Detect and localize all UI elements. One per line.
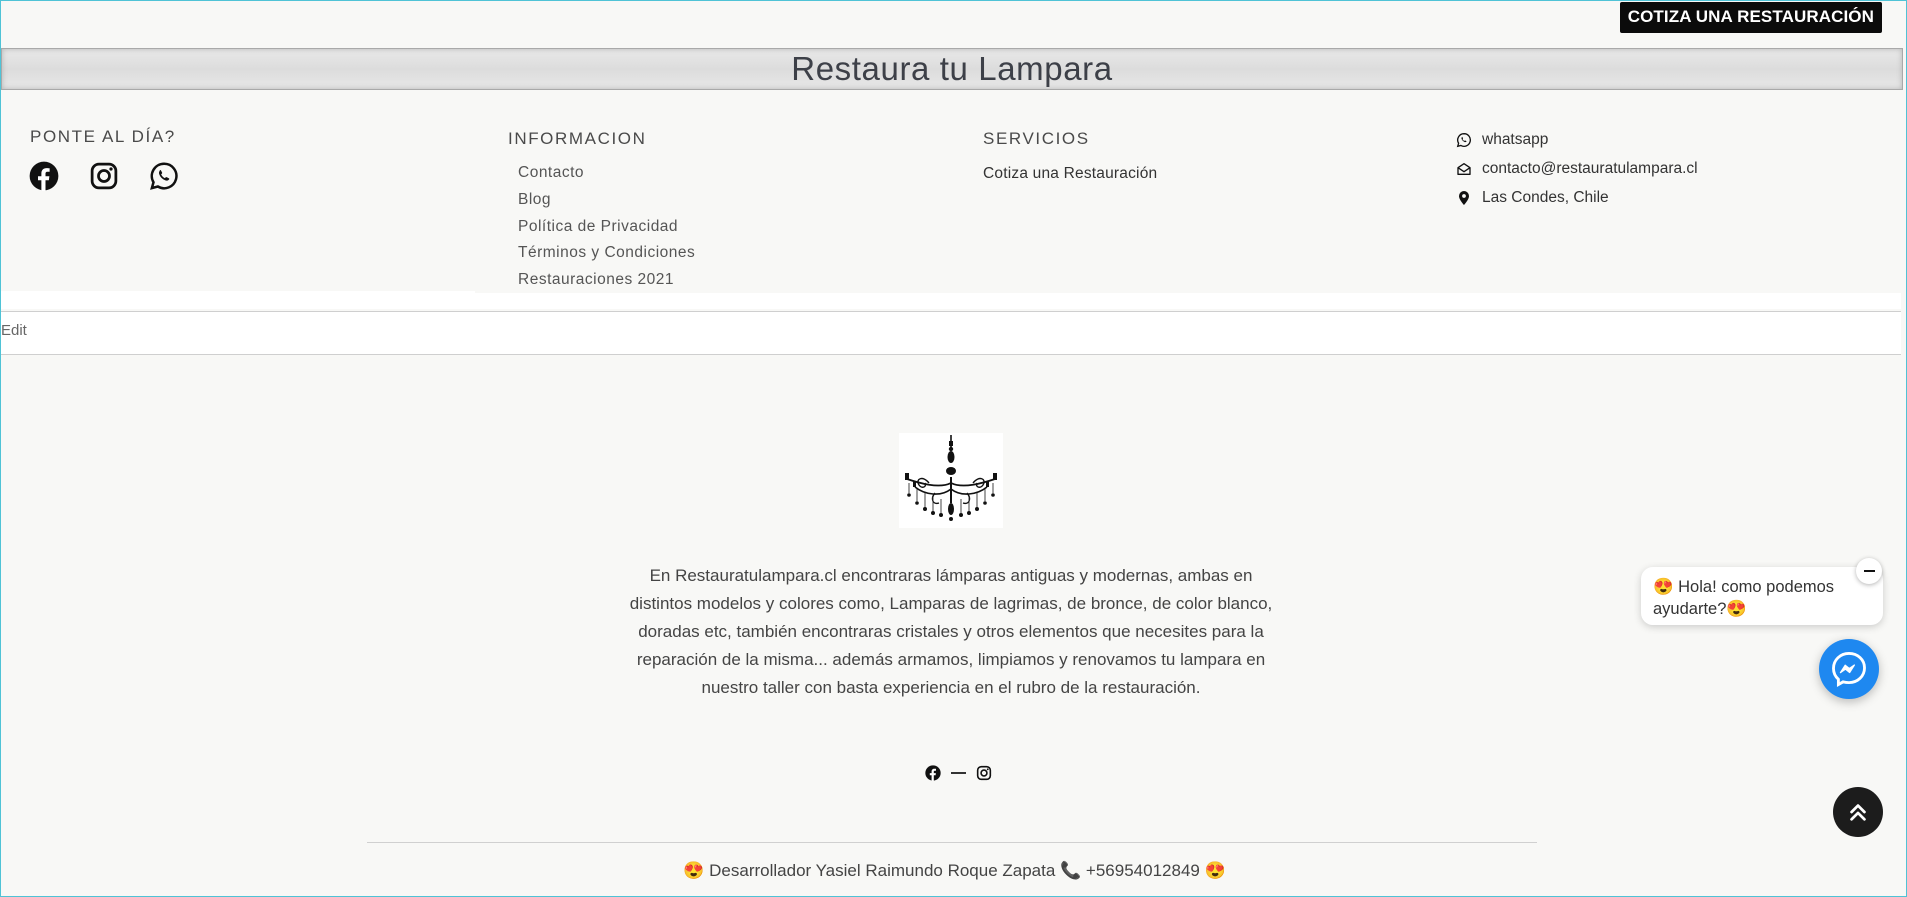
back-to-top-button[interactable]: [1833, 787, 1883, 837]
link-privacidad[interactable]: Política de Privacidad: [518, 218, 678, 236]
location-label: Las Condes, Chile: [1482, 189, 1609, 206]
services-heading: SERVICIOS: [983, 129, 1090, 148]
chat-greeting-bubble[interactable]: 😍 Hola! como podemos ayudarte?😍: [1641, 567, 1883, 625]
info-heading: INFORMACION: [508, 129, 647, 148]
edit-bar: [1, 311, 1901, 355]
contact-email[interactable]: contacto@restauratulampara.cl: [1456, 160, 1698, 178]
contact-whatsapp[interactable]: whatsapp: [1456, 131, 1548, 149]
chat-minimize-button[interactable]: [1856, 558, 1882, 584]
facebook-icon[interactable]: [29, 161, 59, 191]
instagram-icon[interactable]: [89, 161, 119, 191]
whatsapp-icon: [1456, 132, 1471, 148]
link-restauraciones-2021[interactable]: Restauraciones 2021: [518, 271, 674, 289]
about-social-links: [925, 765, 992, 781]
instagram-icon[interactable]: [976, 765, 992, 781]
link-blog[interactable]: Blog: [518, 191, 551, 209]
minus-icon: [1863, 570, 1875, 572]
cotiza-restauracion-button[interactable]: COTIZA UNA RESTAURACIÓN: [1619, 2, 1882, 33]
edit-link[interactable]: Edit: [1, 322, 27, 339]
chat-greeting-text: 😍 Hola! como podemos ayudarte?😍: [1653, 578, 1835, 618]
email-label: contacto@restauratulampara.cl: [1482, 160, 1698, 177]
social-heading: PONTE AL DÍA?: [30, 127, 176, 146]
facebook-icon[interactable]: [925, 765, 941, 781]
link-contacto[interactable]: Contacto: [518, 164, 584, 182]
social-links: [29, 161, 179, 191]
messenger-chat-button[interactable]: [1819, 639, 1879, 699]
link-cotiza-restauracion[interactable]: Cotiza una Restauración: [983, 165, 1157, 183]
whatsapp-icon[interactable]: [149, 161, 179, 191]
developer-credit: 😍 Desarrollador Yasiel Raimundo Roque Za…: [683, 861, 1226, 880]
separator-dash: [951, 772, 966, 774]
double-chevron-up-icon: [1850, 804, 1866, 821]
contact-location: Las Condes, Chile: [1456, 189, 1609, 207]
envelope-open-icon: [1457, 163, 1471, 175]
link-terminos[interactable]: Términos y Condiciones: [518, 244, 695, 262]
logo-box: [899, 433, 1003, 528]
messenger-icon: [1832, 652, 1866, 687]
whatsapp-label: whatsapp: [1482, 131, 1549, 148]
footer-divider: [367, 842, 1537, 843]
about-description: En Restauratulampara.cl encontraras lámp…: [629, 566, 1273, 697]
map-pin-icon: [1459, 191, 1469, 205]
site-title: Restaura tu Lampara: [791, 50, 1113, 87]
site-title-bar: Restaura tu Lampara: [1, 48, 1903, 90]
chandelier-icon: [905, 435, 997, 521]
spacer-strip: [1, 293, 1901, 309]
